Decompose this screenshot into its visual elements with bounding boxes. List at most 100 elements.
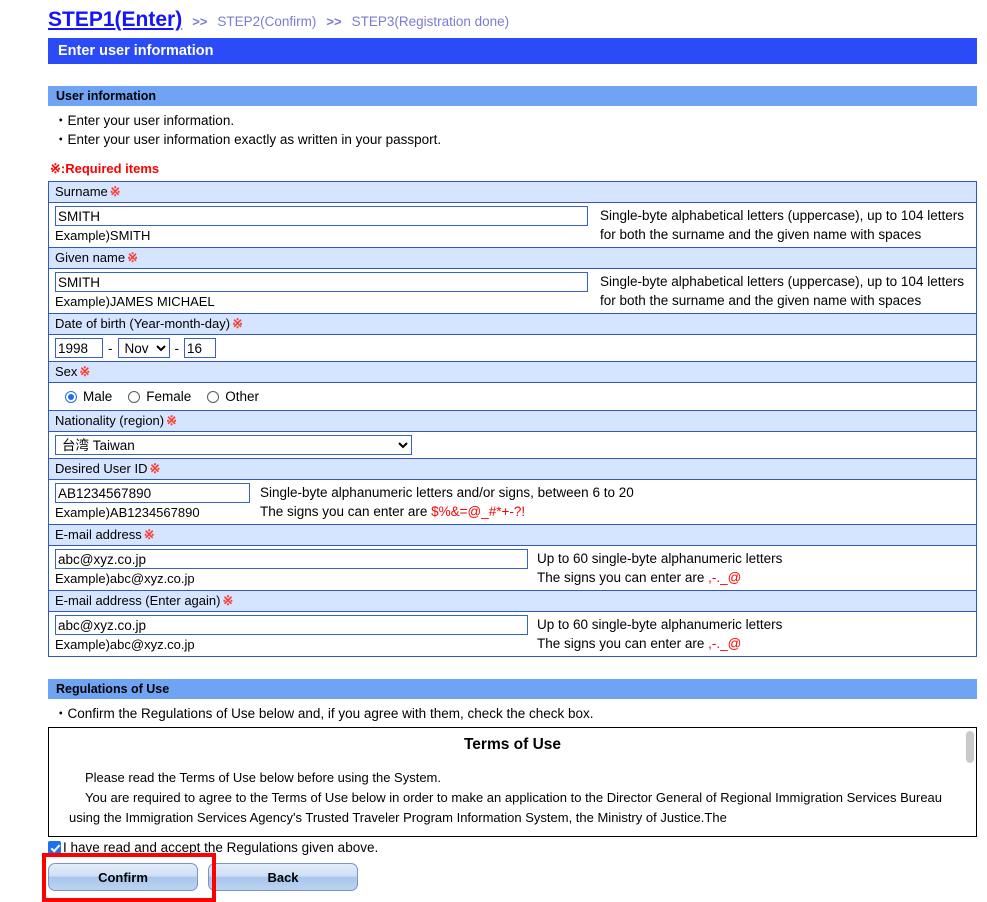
label-cell-nationality: Nationality (region)※ (49, 411, 977, 432)
email-help-line-2: The signs you can enter are ,-._@ (537, 568, 782, 587)
user-id-help: Single-byte alphanumeric letters and/or … (260, 483, 634, 521)
back-button[interactable]: Back (208, 863, 358, 891)
terms-scrollbar[interactable] (966, 731, 974, 835)
email-example: Example)abc@xyz.co.jp (55, 569, 537, 586)
surname-example: Example)SMITH (55, 226, 600, 243)
email-again-allowed-signs: ,-._@ (708, 636, 741, 651)
label-cell-given-name: Given name※ (49, 248, 977, 269)
label-surname: Surname (55, 184, 108, 199)
section-header-user-information: User information (48, 86, 977, 106)
row-label-nationality: Nationality (region)※ (49, 411, 977, 432)
row-field-email: Example)abc@xyz.co.jp Up to 60 single-by… (49, 546, 977, 591)
sex-label-other: Other (225, 389, 259, 404)
label-cell-user-id: Desired User ID※ (49, 459, 977, 480)
page-title: Enter user information (48, 38, 977, 64)
step-navigation: STEP1(Enter) >> STEP2(Confirm) >> STEP3(… (0, 0, 987, 38)
birth-year-input[interactable] (55, 338, 103, 358)
row-field-user-id: Example)AB1234567890 Single-byte alphanu… (49, 480, 977, 525)
terms-of-use-title: Terms of Use (69, 736, 956, 754)
row-field-sex: Male Female Other (49, 383, 977, 411)
row-label-user-id: Desired User ID※ (49, 459, 977, 480)
email-allowed-signs: ,-._@ (708, 570, 741, 585)
dob-dash-2: - (170, 341, 185, 356)
user-id-signs-prefix: The signs you can enter are (260, 504, 431, 519)
dob-dash-1: - (103, 341, 118, 356)
terms-scrollbar-thumb[interactable] (966, 731, 974, 763)
label-email: E-mail address (55, 527, 142, 542)
terms-paragraph: Please read the Terms of Use below befor… (69, 768, 956, 828)
row-label-surname: Surname※ (49, 182, 977, 203)
step-separator-1: >> (182, 14, 217, 29)
email-again-input[interactable] (55, 615, 528, 635)
instruction-line-1: ・Enter your user information. (54, 111, 977, 130)
sex-option-other[interactable]: Other (207, 389, 259, 404)
user-id-input[interactable] (55, 483, 250, 503)
row-label-sex: Sex※ (49, 362, 977, 383)
given-name-help-line-1: Single-byte alphabetical letters (upperc… (600, 272, 964, 291)
row-field-surname: Example)SMITH Single-byte alphabetical l… (49, 203, 977, 248)
given-name-input[interactable] (55, 272, 588, 292)
instruction-line-2: ・Enter your user information exactly as … (54, 130, 977, 149)
email-again-example: Example)abc@xyz.co.jp (55, 635, 537, 652)
sex-option-male[interactable]: Male (65, 389, 112, 404)
user-id-example: Example)AB1234567890 (55, 503, 260, 520)
step-1-current[interactable]: STEP1(Enter) (48, 8, 182, 32)
user-information-instructions: ・Enter your user information. ・Enter you… (48, 106, 977, 149)
label-cell-email: E-mail address※ (49, 525, 977, 546)
email-help: Up to 60 single-byte alphanumeric letter… (537, 549, 782, 587)
row-label-email-again: E-mail address (Enter again)※ (49, 591, 977, 612)
label-email-again: E-mail address (Enter again) (55, 593, 220, 608)
sex-label-female: Female (146, 389, 191, 404)
agree-checkbox-label: I have read and accept the Regulations g… (63, 840, 378, 855)
registration-page: STEP1(Enter) >> STEP2(Confirm) >> STEP3(… (0, 0, 987, 891)
birth-month-select[interactable]: Nov (118, 338, 170, 358)
sex-option-female[interactable]: Female (128, 389, 191, 404)
row-field-email-again: Example)abc@xyz.co.jp Up to 60 single-by… (49, 612, 977, 657)
user-id-help-line-1: Single-byte alphanumeric letters and/or … (260, 483, 634, 502)
radio-female-icon[interactable] (128, 391, 140, 403)
given-name-example: Example)JAMES MICHAEL (55, 292, 600, 309)
required-mark-nationality: ※ (164, 413, 177, 428)
radio-male-icon[interactable] (65, 391, 77, 403)
row-field-date-of-birth: - Nov - (49, 335, 977, 362)
row-field-nationality: 台湾 Taiwan (49, 432, 977, 459)
required-mark-sex: ※ (77, 364, 90, 379)
regulations-instruction: ・Confirm the Regulations of Use below an… (48, 699, 977, 723)
action-button-row: Confirm Back (48, 863, 977, 891)
section-header-regulations: Regulations of Use (48, 679, 977, 699)
user-id-help-line-2: The signs you can enter are $%&=@_#*+-?! (260, 502, 634, 521)
agree-checkbox-icon[interactable] (48, 841, 61, 854)
email-again-help: Up to 60 single-byte alphanumeric letter… (537, 615, 782, 653)
row-field-given-name: Example)JAMES MICHAEL Single-byte alphab… (49, 269, 977, 314)
birth-day-input[interactable] (184, 338, 216, 358)
email-help-line-1: Up to 60 single-byte alphanumeric letter… (537, 549, 782, 568)
surname-input[interactable] (55, 206, 588, 226)
required-mark-email-again: ※ (220, 593, 233, 608)
label-sex: Sex (55, 364, 77, 379)
label-given-name: Given name (55, 250, 125, 265)
radio-other-icon[interactable] (207, 391, 219, 403)
regulations-instruction-line: ・Confirm the Regulations of Use below an… (54, 704, 977, 723)
row-label-email: E-mail address※ (49, 525, 977, 546)
step-separator-2: >> (316, 14, 351, 29)
label-date-of-birth: Date of birth (Year-month-day) (55, 316, 230, 331)
required-items-note: ※:Required items (48, 161, 977, 177)
user-id-allowed-signs: $%&=@_#*+-?! (431, 504, 525, 519)
label-nationality: Nationality (region) (55, 413, 164, 428)
email-again-help-line-1: Up to 60 single-byte alphanumeric letter… (537, 615, 782, 634)
terms-of-use-box[interactable]: Terms of Use Please read the Terms of Us… (48, 727, 977, 837)
given-name-help-line-2: for both the surname and the given name … (600, 291, 964, 310)
nationality-select[interactable]: 台湾 Taiwan (55, 435, 412, 455)
label-cell-email-again: E-mail address (Enter again)※ (49, 591, 977, 612)
confirm-button[interactable]: Confirm (48, 863, 198, 891)
required-mark-given-name: ※ (125, 250, 138, 265)
email-input[interactable] (55, 549, 528, 569)
label-cell-date-of-birth: Date of birth (Year-month-day)※ (49, 314, 977, 335)
terms-line-1: Please read the Terms of Use below befor… (69, 770, 441, 785)
label-user-id: Desired User ID (55, 461, 147, 476)
agree-checkbox-row[interactable]: I have read and accept the Regulations g… (48, 840, 977, 855)
required-mark-date-of-birth: ※ (230, 316, 243, 331)
surname-help-line-1: Single-byte alphabetical letters (upperc… (600, 206, 964, 225)
required-mark-surname: ※ (108, 184, 121, 199)
surname-help-line-2: for both the surname and the given name … (600, 225, 964, 244)
